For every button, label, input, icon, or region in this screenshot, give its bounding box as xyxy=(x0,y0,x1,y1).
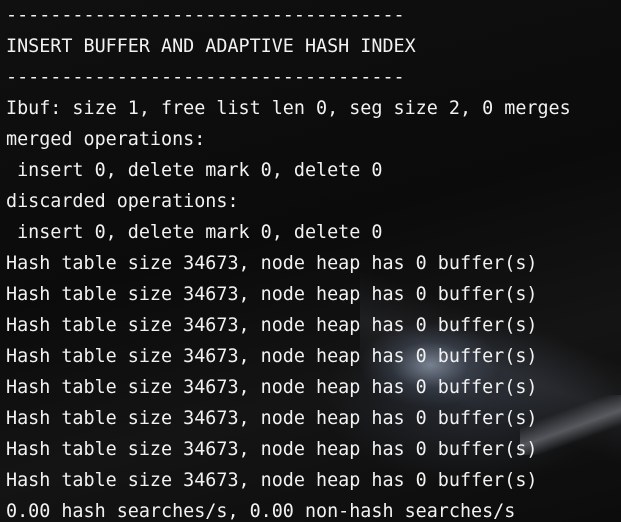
terminal-line-hash-table: Hash table size 34673, node heap has 0 b… xyxy=(6,439,538,460)
terminal-line-section-title: INSERT BUFFER AND ADAPTIVE HASH INDEX xyxy=(6,36,416,57)
terminal-line-discarded-heading: discarded operations: xyxy=(6,191,239,212)
terminal-line-search-rates: 0.00 hash searches/s, 0.00 non-hash sear… xyxy=(6,501,516,522)
terminal-line-merged-heading: merged operations: xyxy=(6,129,206,150)
terminal-line-hash-table: Hash table size 34673, node heap has 0 b… xyxy=(6,408,538,429)
terminal-line-ibuf-summary: Ibuf: size 1, free list len 0, seg size … xyxy=(6,98,571,119)
terminal-line-merged-values: insert 0, delete mark 0, delete 0 xyxy=(6,160,383,181)
terminal-line-hash-table: Hash table size 34673, node heap has 0 b… xyxy=(6,253,538,274)
terminal-line-hash-table: Hash table size 34673, node heap has 0 b… xyxy=(6,377,538,398)
terminal-line-discarded-values: insert 0, delete mark 0, delete 0 xyxy=(6,222,383,243)
terminal-output: ------------------------------------ INS… xyxy=(6,0,571,522)
terminal-line-hash-table: Hash table size 34673, node heap has 0 b… xyxy=(6,346,538,367)
terminal-line-hash-table: Hash table size 34673, node heap has 0 b… xyxy=(6,284,538,305)
terminal-line-separator-top: ------------------------------------ xyxy=(6,5,405,26)
terminal-line-hash-table: Hash table size 34673, node heap has 0 b… xyxy=(6,315,538,336)
terminal-window: ------------------------------------ INS… xyxy=(0,0,621,522)
terminal-line-separator-bottom: ------------------------------------ xyxy=(6,67,405,88)
terminal-line-hash-table: Hash table size 34673, node heap has 0 b… xyxy=(6,470,538,491)
